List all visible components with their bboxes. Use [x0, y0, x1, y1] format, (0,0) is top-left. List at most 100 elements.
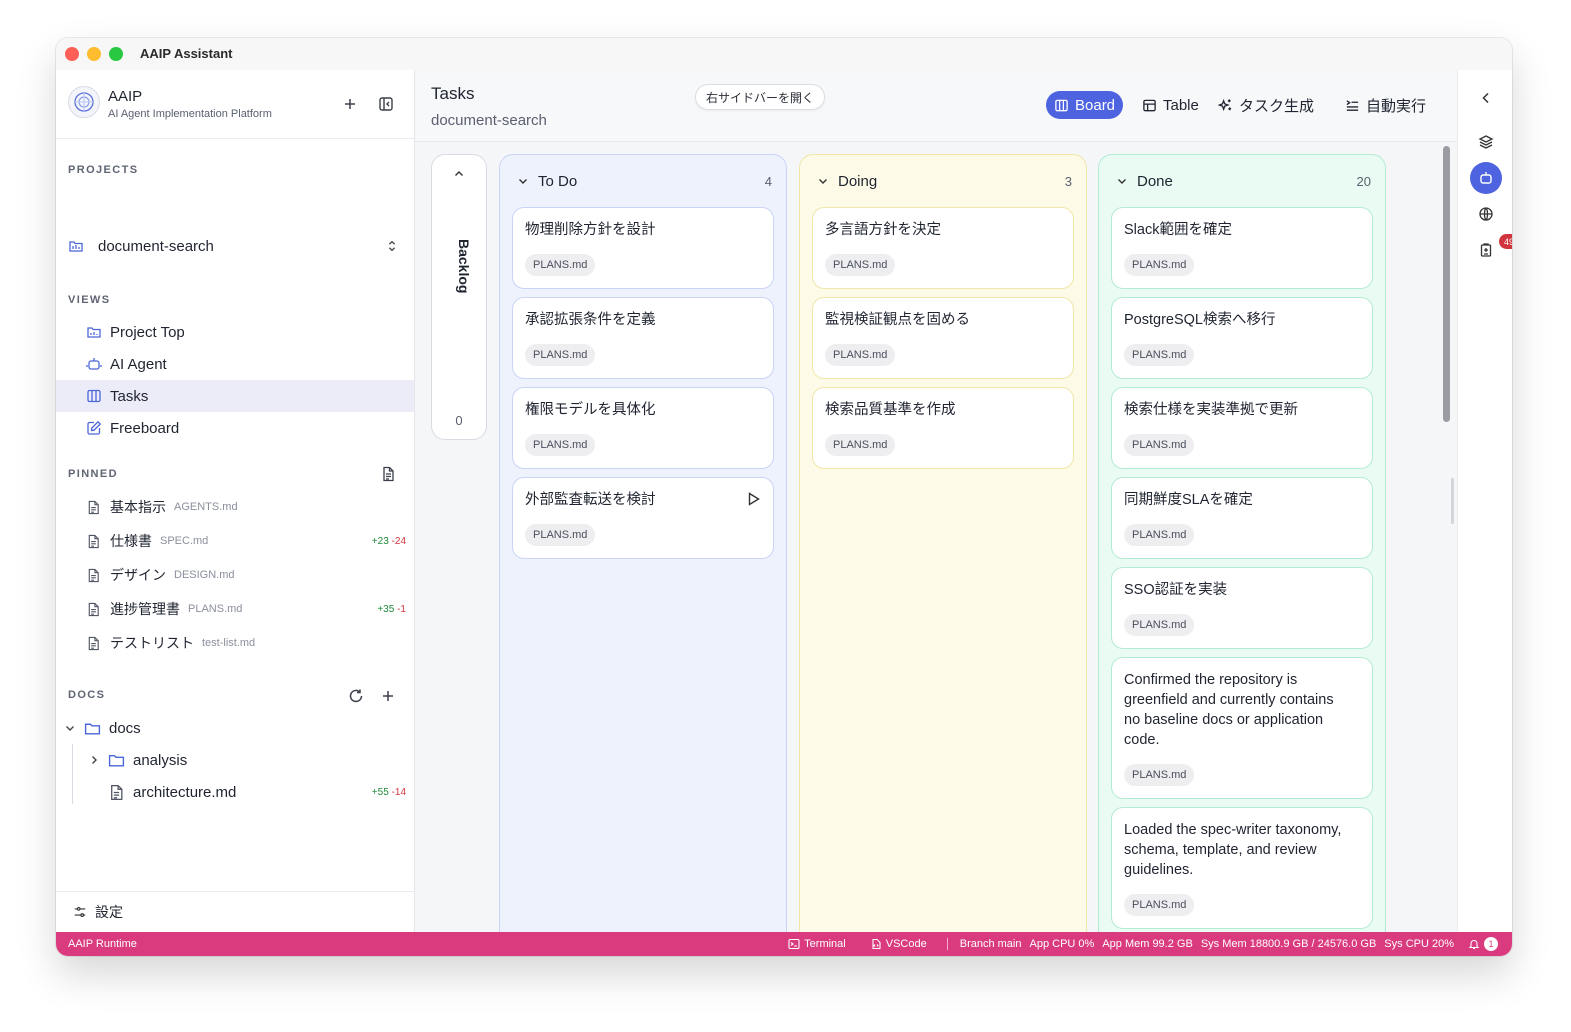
pinned-item-test-list[interactable]: テストリスト test-list.md	[86, 630, 406, 656]
task-card-title: PostgreSQL検索へ移行	[1124, 312, 1276, 328]
task-card-title: 権限モデルを具体化	[525, 402, 656, 418]
task-card[interactable]: Confirmed the repository is greenfield a…	[1111, 657, 1373, 799]
nav-item-label: Freeboard	[110, 419, 180, 437]
generate-tasks-button[interactable]: タスク生成	[1218, 91, 1314, 119]
diff-removed: -14	[391, 786, 406, 798]
runtime-label: AAIP Runtime	[68, 938, 137, 950]
column-title: Done	[1137, 172, 1173, 190]
diff-removed: -1	[397, 603, 406, 615]
task-card[interactable]: PostgreSQL検索へ移行 PLANS.md	[1111, 297, 1373, 379]
pinned-add-doc-button[interactable]	[376, 462, 400, 486]
project-folder-icon	[69, 241, 83, 252]
new-item-button[interactable]	[338, 92, 362, 116]
pinned-item-spec[interactable]: 仕様書 SPEC.md +23 -24	[86, 528, 406, 554]
refresh-docs-button[interactable]	[344, 684, 368, 708]
tree-item-label: docs	[109, 719, 141, 737]
tree-item-label: architecture.md	[133, 783, 237, 801]
task-card-tag: PLANS.md	[1124, 894, 1195, 916]
task-card[interactable]: 権限モデルを具体化 PLANS.md	[512, 387, 774, 469]
tree-folder-docs[interactable]: docs	[64, 714, 141, 742]
diff-added: +23	[371, 535, 389, 547]
task-card[interactable]: 承認拡張条件を定義 PLANS.md	[512, 297, 774, 379]
column-count: 4	[764, 173, 772, 189]
chevron-down-icon	[66, 726, 74, 731]
minimize-window-button[interactable]	[87, 47, 101, 61]
task-card[interactable]: 監視検証観点を固める PLANS.md	[812, 297, 1074, 379]
collapse-sidebar-button[interactable]	[374, 92, 398, 116]
nav-item-label: Tasks	[110, 387, 149, 405]
task-card-title: 同期鮮度SLAを確定	[1124, 492, 1253, 508]
ai-agent-button[interactable]	[1470, 162, 1502, 194]
file-icon	[88, 602, 99, 616]
column-todo: To Do 4 物理削除方針を設計 PLANS.md 承認拡張条件を定義 PLA…	[499, 154, 787, 944]
notification-badge: 49	[1499, 234, 1512, 249]
file-icon	[88, 534, 99, 548]
task-card-title: SSO認証を実装	[1124, 582, 1228, 598]
terminal-button[interactable]: Terminal	[788, 938, 846, 950]
table-view-button[interactable]: Table	[1134, 91, 1207, 119]
bell-icon[interactable]	[1468, 938, 1480, 950]
vscode-button[interactable]: VSCode	[870, 938, 927, 950]
column-header[interactable]: To Do 4	[516, 171, 772, 191]
folder-open-icon	[84, 723, 101, 735]
notification-count[interactable]: 1	[1484, 937, 1498, 951]
task-card[interactable]: 多言語方針を決定 PLANS.md	[812, 207, 1074, 289]
plus-icon	[383, 691, 393, 701]
tree-folder-analysis[interactable]: analysis	[88, 746, 187, 774]
tree-file-architecture[interactable]: architecture.md +55 -14	[108, 778, 406, 806]
pinned-item-file: AGENTS.md	[174, 501, 238, 513]
column-header[interactable]: Done 20	[1115, 171, 1371, 191]
task-card-tag: PLANS.md	[525, 434, 596, 456]
zoom-window-button[interactable]	[109, 47, 123, 61]
task-card[interactable]: 検索品質基準を作成 PLANS.md	[812, 387, 1074, 469]
tree-item-label: analysis	[133, 751, 188, 769]
column-header[interactable]: Doing 3	[816, 171, 1072, 191]
clipboard-button[interactable]: 49	[1470, 234, 1512, 266]
task-card[interactable]: 外部監査転送を検討 PLANS.md	[512, 477, 774, 559]
page-title: Tasks	[431, 84, 475, 103]
add-doc-button[interactable]	[376, 684, 400, 708]
play-icon[interactable]	[745, 491, 761, 507]
task-card-tag: PLANS.md	[525, 524, 596, 546]
column-count: 3	[1064, 173, 1072, 189]
pinned-item-plans[interactable]: 進捗管理書 PLANS.md +35 -1	[86, 596, 406, 622]
nav-item-project-top[interactable]: Project Top	[56, 316, 414, 348]
task-card-title: 検索品質基準を作成	[825, 402, 956, 418]
pinned-section-label: PINNED	[68, 468, 118, 480]
task-card-tag: PLANS.md	[1124, 254, 1195, 276]
task-card[interactable]: SSO認証を実装 PLANS.md	[1111, 567, 1373, 649]
backlog-column-collapsed[interactable]: Backlog 0	[431, 154, 487, 440]
close-window-button[interactable]	[65, 47, 79, 61]
diff-stats: +55 -14	[372, 787, 406, 798]
pinned-item-name: 仕様書	[110, 533, 152, 549]
pinned-item-name: 進捗管理書	[110, 601, 180, 617]
settings-button[interactable]: 設定	[56, 891, 414, 932]
column-count: 20	[1356, 173, 1371, 189]
pinned-item-agents[interactable]: 基本指示 AGENTS.md	[86, 494, 406, 520]
auto-run-button[interactable]: 自動実行	[1345, 91, 1426, 119]
board-scroll-indicator[interactable]	[1451, 478, 1454, 524]
generate-tasks-label: タスク生成	[1239, 97, 1315, 115]
board-view-button[interactable]: Board	[1046, 91, 1124, 119]
layers-button[interactable]	[1470, 126, 1502, 158]
nav-item-freeboard[interactable]: Freeboard	[56, 412, 414, 444]
globe-button[interactable]	[1470, 198, 1502, 230]
sparkles-icon	[1218, 98, 1232, 111]
table-icon	[1143, 99, 1156, 111]
docs-section-label: DOCS	[68, 689, 106, 701]
nav-item-tasks[interactable]: Tasks	[56, 380, 414, 412]
task-card[interactable]: 物理削除方針を設計 PLANS.md	[512, 207, 774, 289]
layers-icon	[1478, 135, 1494, 149]
task-card[interactable]: 同期鮮度SLAを確定 PLANS.md	[1111, 477, 1373, 559]
board-scrollbar[interactable]	[1443, 146, 1450, 422]
task-card[interactable]: Slack範囲を確定 PLANS.md	[1111, 207, 1373, 289]
chevron-up-down-icon	[388, 240, 396, 252]
collapse-right-panel-button[interactable]	[1470, 82, 1502, 114]
task-card[interactable]: 検索仕様を実装準拠で更新 PLANS.md	[1111, 387, 1373, 469]
task-card[interactable]: Loaded the spec-writer taxonomy, schema,…	[1111, 807, 1373, 929]
open-right-sidebar-button[interactable]: 右サイドバーを開く	[695, 84, 826, 110]
pinned-item-design[interactable]: デザイン DESIGN.md	[86, 562, 406, 588]
chevron-down-icon	[1118, 179, 1126, 184]
nav-item-ai-agent[interactable]: AI Agent	[56, 348, 414, 380]
project-selector[interactable]: document-search	[68, 230, 403, 262]
